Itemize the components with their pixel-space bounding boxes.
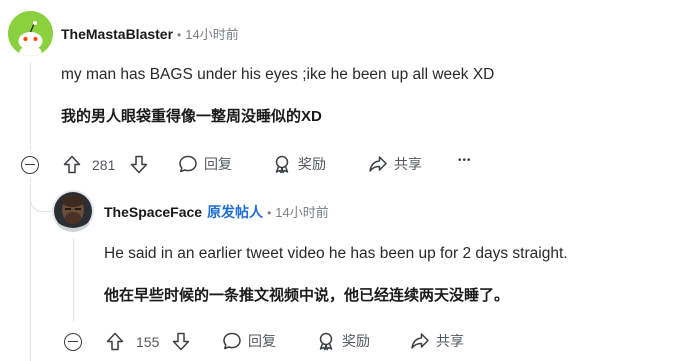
award-button[interactable]: 奖励 [316,331,370,351]
reply-button[interactable]: 回复 [178,154,232,174]
upvote-button[interactable] [63,155,81,174]
astronaut-avatar-icon [52,190,94,232]
vote-count: 281 [92,157,116,173]
comment-bubble-icon [179,155,197,173]
share-button[interactable]: 共享 [410,331,464,351]
downvote-button[interactable] [130,155,148,174]
downvote-icon [130,155,148,174]
downvote-button[interactable] [172,332,190,351]
separator-dot: • [177,28,182,42]
snoo-avatar-icon [8,11,53,56]
award-button[interactable]: 奖励 [272,154,326,174]
thread-line-reply [73,238,74,322]
comment-header: TheSpaceFace 原发帖人 • 14小时前 [104,202,329,222]
thread-line [30,62,31,150]
comment-text: my man has BAGS under his eyes ;ike he b… [61,66,495,83]
downvote-icon [172,332,190,351]
share-arrow-icon [369,156,387,172]
timestamp[interactable]: 14小时前 [275,202,328,221]
username[interactable]: TheMastaBlaster [61,26,173,42]
comment-translation: 他在早些时候的一条推文视频中说，他已经连续两天没睡了。 [104,287,510,304]
award-icon [275,155,289,174]
award-label: 奖励 [298,156,326,172]
share-button[interactable]: 共享 [368,154,422,174]
more-options-button[interactable]: ••• [458,155,472,166]
reply-label: 回复 [248,333,276,349]
upvote-icon [106,332,124,351]
more-options-icon: ••• [458,155,472,166]
reply-label: 回复 [204,156,232,172]
award-icon [319,332,333,351]
award-label: 奖励 [342,333,370,349]
collapse-button[interactable] [21,156,39,174]
avatar[interactable] [52,190,94,232]
reply-button[interactable]: 回复 [222,331,276,351]
comment-bubble-icon [223,332,241,350]
avatar[interactable] [8,11,53,56]
separator-dot: • [267,206,272,220]
comment-translation: 我的男人眼袋重得像一整周没睡似的XD [61,108,322,125]
comment-header: TheMastaBlaster • 14小时前 [61,24,239,43]
vote-count: 155 [136,334,160,350]
share-arrow-icon [411,333,429,349]
username[interactable]: TheSpaceFace [104,204,202,220]
timestamp[interactable]: 14小时前 [185,24,238,43]
upvote-button[interactable] [106,332,124,351]
share-label: 共享 [394,156,422,172]
collapse-button[interactable] [64,333,82,351]
comment-text: He said in an earlier tweet video he has… [104,245,568,262]
share-label: 共享 [436,333,464,349]
thread-branch-curve [30,186,52,212]
upvote-icon [63,155,81,174]
op-badge: 原发帖人 [207,204,264,220]
